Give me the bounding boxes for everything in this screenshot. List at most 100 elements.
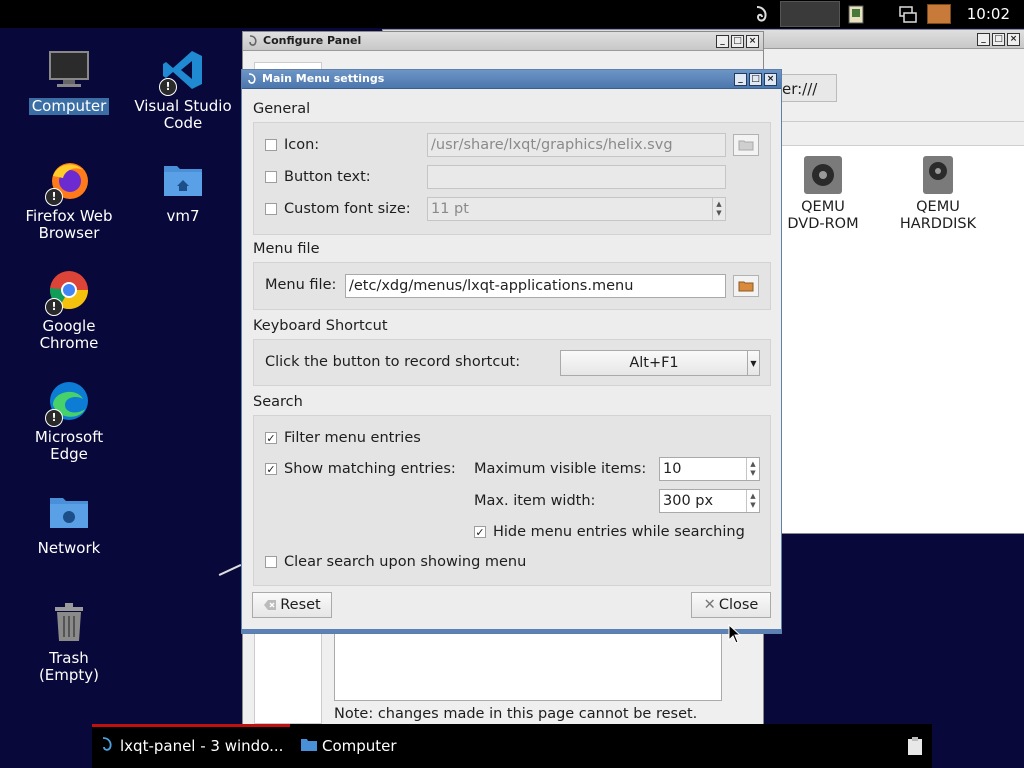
reset-button[interactable]: Reset [252, 592, 332, 618]
custom-font-label: Custom font size: [284, 201, 411, 217]
button-text-checkbox[interactable] [265, 171, 277, 183]
search-group: ✓ Filter menu entries ✓ Show matching en… [253, 415, 771, 586]
shortcut-record-button[interactable]: Alt+F1 [560, 350, 748, 376]
clipboard-note-icon[interactable] [844, 0, 868, 28]
clear-search-label: Clear search upon showing menu [284, 554, 527, 570]
icon-browse-button[interactable] [733, 134, 759, 156]
window-title: Configure Panel [263, 34, 362, 47]
icon-path-field[interactable]: /usr/share/lxqt/graphics/helix.svg [427, 133, 726, 157]
close-button[interactable]: × [1007, 33, 1020, 46]
button-text-field[interactable] [427, 165, 726, 189]
maximize-button[interactable]: □ [731, 35, 744, 48]
desktop-icon-vscode[interactable]: ! Visual Studio Code [128, 48, 238, 132]
lxqt-leaf-icon [100, 736, 114, 756]
section-heading-keyboard-shortcut: Keyboard Shortcut [253, 318, 388, 334]
close-button[interactable]: × [746, 35, 759, 48]
desktop-icon-label: Google Chrome [39, 317, 99, 352]
top-panel: 10:02 [0, 0, 1024, 28]
clear-search-row[interactable]: Clear search upon showing menu [265, 554, 526, 570]
close-button[interactable]: × [764, 73, 777, 86]
spin-arrows-icon[interactable]: ▲ ▼ [746, 490, 759, 512]
show-matching-row[interactable]: ✓ Show matching entries: [265, 461, 456, 477]
filter-entries-row[interactable]: ✓ Filter menu entries [265, 430, 421, 446]
max-visible-value: 10 [663, 461, 682, 477]
volume-icon[interactable] [926, 0, 952, 28]
icon-checkbox[interactable] [265, 139, 277, 151]
mouse-cursor-icon [728, 623, 742, 648]
task-lxqt-panel[interactable]: lxqt-panel - 3 windo... [100, 724, 283, 768]
reset-label: Reset [280, 597, 321, 613]
filter-entries-checkbox[interactable]: ✓ [265, 432, 277, 445]
window-app-icon [246, 72, 258, 91]
minimize-button[interactable]: _ [734, 73, 747, 86]
minimize-button[interactable]: _ [716, 35, 729, 48]
task-computer[interactable]: Computer [300, 724, 397, 768]
close-dialog-button[interactable]: ✕ Close [691, 592, 771, 618]
max-visible-label: Maximum visible items: [474, 461, 647, 477]
font-size-value: 11 pt [431, 201, 469, 217]
button-text-checkbox-row[interactable]: Button text: [265, 169, 371, 185]
section-heading-search: Search [253, 394, 303, 410]
lxqt-leaf-icon[interactable] [750, 0, 774, 28]
hide-entries-row[interactable]: ✓ Hide menu entries while searching [474, 524, 745, 540]
desktop-icon-computer[interactable]: Computer [14, 48, 124, 115]
shortcut-label: Click the button to record shortcut: [265, 354, 521, 370]
network-icon[interactable] [896, 0, 920, 28]
desktop-icon-firefox[interactable]: ! Firefox Web Browser [14, 158, 124, 242]
drive-item-harddisk[interactable]: QEMU HARDDISK [893, 155, 983, 233]
close-icon: ✕ [703, 597, 716, 613]
desktop-icon-trash[interactable]: Trash (Empty) [14, 600, 124, 684]
panel-widget-icon[interactable] [780, 0, 840, 28]
desktop-icon-vm7[interactable]: vm7 [128, 158, 238, 225]
maximize-button[interactable]: □ [749, 73, 762, 86]
clipboard-icon[interactable] [906, 724, 924, 768]
font-size-spinbox[interactable]: 11 pt ▲ ▼ [427, 197, 726, 221]
desktop-icon-label: Trash (Empty) [38, 649, 100, 684]
window-app-icon [247, 34, 259, 53]
keyboard-shortcut-group: Click the button to record shortcut: Alt… [253, 339, 771, 386]
section-heading-general: General [253, 101, 311, 117]
clock[interactable]: 10:02 [967, 0, 1010, 28]
filter-entries-label: Filter menu entries [284, 430, 421, 446]
desktop-icon-edge[interactable]: ! Microsoft Edge [14, 379, 124, 463]
maximize-button[interactable]: □ [992, 33, 1005, 46]
main-menu-settings-dialog: Main Menu settings _ □ × General Icon: /… [241, 69, 782, 634]
monitor-icon [47, 48, 91, 92]
icon-checkbox-row[interactable]: Icon: [265, 137, 319, 153]
desktop-icon-label: Microsoft Edge [34, 428, 104, 463]
custom-font-checkbox[interactable] [265, 203, 277, 215]
hide-entries-checkbox[interactable]: ✓ [474, 526, 486, 539]
menu-file-field[interactable]: /etc/xdg/menus/lxqt-applications.menu [345, 274, 726, 298]
folder-icon [738, 281, 754, 292]
max-width-value: 300 px [663, 493, 714, 509]
max-width-spinbox[interactable]: 300 px ▲ ▼ [659, 489, 760, 513]
desktop-icon-label: Visual Studio Code [134, 97, 232, 132]
configure-panel-content-box [334, 623, 722, 701]
trash-icon [47, 600, 91, 644]
configure-panel-titlebar[interactable]: Configure Panel _ □ × [243, 32, 763, 51]
max-visible-spinbox[interactable]: 10 ▲ ▼ [659, 457, 760, 481]
home-folder-icon [161, 158, 205, 202]
dialog-titlebar[interactable]: Main Menu settings _ □ × [242, 70, 781, 89]
menu-file-browse-button[interactable] [733, 275, 759, 297]
desktop-icon-network[interactable]: Network [14, 490, 124, 557]
show-matching-checkbox[interactable]: ✓ [265, 463, 277, 476]
section-heading-menu-file: Menu file [253, 241, 320, 257]
taskbar: lxqt-panel - 3 windo... Computer [92, 724, 932, 768]
custom-font-checkbox-row[interactable]: Custom font size: [265, 201, 411, 217]
spin-arrows-icon[interactable]: ▲ ▼ [712, 198, 725, 220]
minimize-button[interactable]: _ [977, 33, 990, 46]
menu-file-group: Menu file: /etc/xdg/menus/lxqt-applicati… [253, 262, 771, 310]
task-label: Computer [322, 737, 397, 755]
vscode-icon: ! [159, 48, 205, 96]
reset-icon [263, 599, 277, 611]
icon-label: Icon: [284, 137, 320, 153]
button-text-label: Button text: [284, 169, 371, 185]
clear-search-checkbox[interactable] [265, 556, 277, 568]
spin-arrows-icon[interactable]: ▲ ▼ [746, 458, 759, 480]
desktop-icon-label: Computer [28, 98, 110, 115]
shortcut-dropdown-arrow[interactable]: ▼ [747, 350, 760, 376]
desktop-icon-chrome[interactable]: ! Google Chrome [14, 268, 124, 352]
drive-item-dvd[interactable]: QEMU DVD-ROM [783, 155, 863, 233]
address-bar[interactable]: er:/// [773, 74, 837, 102]
